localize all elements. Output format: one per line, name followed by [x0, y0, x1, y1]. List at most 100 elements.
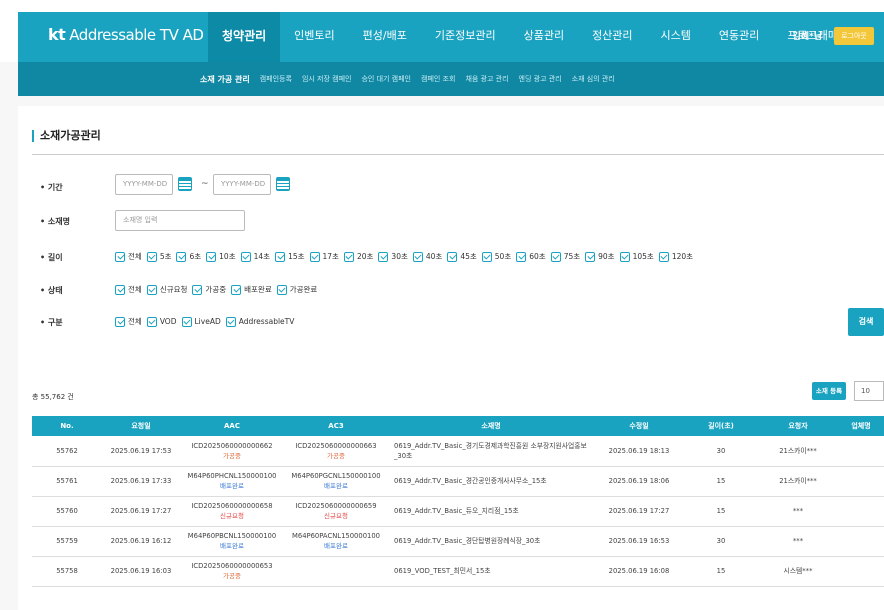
length-checkbox[interactable]: 105초 — [619, 251, 654, 262]
type-checkbox[interactable]: AddressableTV — [225, 316, 294, 327]
ac3-cell-code[interactable]: M64P60PACNL150000100 — [292, 532, 380, 540]
submenu-item[interactable]: 승인 대기 캠페인 — [361, 74, 411, 84]
submenu-item[interactable]: 소재 가공 관리 — [200, 74, 250, 85]
checkbox-checked-icon[interactable] — [192, 284, 203, 295]
menu-item[interactable]: 정산관리 — [578, 12, 646, 62]
register-button[interactable]: 소재 등록 — [812, 382, 846, 400]
column-header[interactable]: AC3 — [284, 416, 388, 436]
checkbox-checked-icon[interactable] — [115, 316, 125, 327]
aac-cell-code[interactable]: ICD2025060000000653 — [191, 562, 272, 570]
checkbox-checked-icon[interactable] — [181, 316, 192, 327]
submenu-item[interactable]: 채움 광고 관리 — [465, 74, 508, 84]
length-checkbox[interactable]: 60초 — [516, 251, 546, 262]
checkbox-checked-icon[interactable] — [309, 251, 320, 262]
length-checkbox[interactable]: 10초 — [206, 251, 236, 262]
status-checkbox[interactable]: 신규요청 — [146, 284, 187, 295]
checkbox-checked-icon[interactable] — [516, 251, 527, 262]
column-header[interactable]: 업체명 — [838, 416, 884, 436]
column-header[interactable]: 길이(초) — [684, 416, 758, 436]
length-checkbox[interactable]: 120초 — [658, 251, 693, 262]
checkbox-checked-icon[interactable] — [240, 251, 251, 262]
aac-cell-code[interactable]: M64P60PHCNL150000100 — [187, 472, 276, 480]
checkbox-checked-icon[interactable] — [146, 316, 157, 327]
aac-cell-code[interactable]: M64P60PBCNL150000100 — [188, 532, 276, 540]
checkbox-checked-icon[interactable] — [658, 251, 669, 262]
aac-cell-code[interactable]: ICD2025060000000662 — [191, 442, 272, 450]
table-row[interactable]: 55762 2025.06.19 17:53 ICD2025060000000662… — [32, 436, 884, 467]
submenu-item[interactable]: 캠페인등록 — [260, 74, 292, 84]
length-checkbox[interactable]: 45초 — [447, 251, 477, 262]
date-from-input[interactable]: YYYY-MM-DD — [115, 174, 173, 195]
checkbox-checked-icon[interactable] — [343, 251, 354, 262]
checkbox-checked-icon[interactable] — [206, 251, 217, 262]
column-header[interactable]: AAC — [180, 416, 284, 436]
checkbox-checked-icon[interactable] — [550, 251, 561, 262]
type-checkbox[interactable]: VOD — [146, 316, 177, 327]
calendar-to-icon[interactable] — [276, 177, 290, 191]
ac3-cell-code[interactable]: ICD2025060000000663 — [295, 442, 376, 450]
logout-button[interactable]: 로그아웃 — [834, 27, 874, 45]
page-size-select[interactable]: 10 — [854, 381, 884, 401]
column-header[interactable]: No. — [32, 416, 102, 436]
checkbox-checked-icon[interactable] — [231, 284, 242, 295]
checkbox-checked-icon[interactable] — [585, 251, 596, 262]
length-checkbox[interactable]: 20초 — [343, 251, 373, 262]
length-checkbox[interactable]: 75초 — [550, 251, 580, 262]
length-checkbox[interactable]: 30초 — [378, 251, 408, 262]
menu-item[interactable]: 기준정보관리 — [421, 12, 510, 62]
status-checkbox[interactable]: 전체 — [115, 284, 142, 295]
aac-cell-code[interactable]: ICD2025060000000658 — [191, 502, 272, 510]
calendar-from-icon[interactable] — [178, 177, 192, 191]
submenu-item[interactable]: 소재 심의 관리 — [572, 74, 615, 84]
table-row[interactable]: 55759 2025.06.19 16:12 M64P60PBCNL15000010… — [32, 526, 884, 557]
length-checkbox[interactable]: 전체 — [115, 251, 142, 262]
checkbox-checked-icon[interactable] — [412, 251, 423, 262]
table-row[interactable]: 55761 2025.06.19 17:33 M64P60PHCNL15000010… — [32, 466, 884, 497]
status-checkbox[interactable]: 가공중 — [192, 284, 226, 295]
checkbox-checked-icon[interactable] — [275, 251, 286, 262]
checkbox-checked-icon[interactable] — [115, 251, 125, 262]
checkbox-checked-icon[interactable] — [378, 251, 389, 262]
submenu-item[interactable]: 임시 저장 캠페인 — [302, 74, 352, 84]
checkbox-checked-icon[interactable] — [115, 284, 125, 295]
checkbox-checked-icon[interactable] — [225, 316, 236, 327]
ac3-cell-code[interactable]: ICD2025060000000659 — [295, 502, 376, 510]
status-checkbox[interactable]: 가공완료 — [276, 284, 317, 295]
type-checkbox[interactable]: LiveAD — [181, 316, 221, 327]
column-header[interactable]: 소재명 — [388, 416, 594, 436]
column-header[interactable]: 요청일 — [102, 416, 180, 436]
length-checkbox[interactable]: 40초 — [412, 251, 442, 262]
menu-item[interactable]: 인벤토리 — [280, 12, 348, 62]
logo[interactable]: kt Addressable TV AD — [48, 25, 204, 44]
column-header[interactable]: 요청자 — [758, 416, 838, 436]
checkbox-checked-icon[interactable] — [146, 284, 157, 295]
table-row[interactable]: 55758 2025.06.19 16:03 ICD2025060000000653… — [32, 556, 884, 587]
checkbox-checked-icon[interactable] — [447, 251, 458, 262]
menu-item[interactable]: 연동관리 — [705, 12, 773, 62]
submenu-item[interactable]: 엔딩 광고 관리 — [519, 74, 562, 84]
status-checkbox[interactable]: 배포완료 — [231, 284, 272, 295]
menu-item[interactable]: 상품관리 — [510, 12, 578, 62]
length-checkbox[interactable]: 50초 — [481, 251, 511, 262]
length-checkbox[interactable]: 15초 — [275, 251, 305, 262]
date-to-input[interactable]: YYYY-MM-DD — [213, 174, 271, 195]
length-checkbox[interactable]: 6초 — [176, 251, 201, 262]
name-input[interactable]: 소재명 입력 — [115, 210, 245, 231]
type-checkbox[interactable]: 전체 — [115, 316, 142, 327]
length-checkbox[interactable]: 90초 — [585, 251, 615, 262]
length-checkbox[interactable]: 5초 — [146, 251, 171, 262]
length-checkbox[interactable]: 17초 — [309, 251, 339, 262]
menu-item[interactable]: 청약관리 — [208, 12, 281, 62]
checkbox-checked-icon[interactable] — [146, 251, 157, 262]
length-checkbox[interactable]: 14초 — [240, 251, 270, 262]
search-button[interactable]: 검색 — [848, 308, 884, 336]
checkbox-checked-icon[interactable] — [619, 251, 630, 262]
checkbox-checked-icon[interactable] — [176, 251, 187, 262]
table-row[interactable]: 55760 2025.06.19 17:27 ICD2025060000000658… — [32, 496, 884, 527]
checkbox-checked-icon[interactable] — [481, 251, 492, 262]
submenu-item[interactable]: 캠페인 조회 — [421, 74, 455, 84]
checkbox-checked-icon[interactable] — [276, 284, 287, 295]
ac3-cell-code[interactable]: M64P60PGCNL150000100 — [291, 472, 380, 480]
menu-item[interactable]: 시스템 — [647, 12, 705, 62]
menu-item[interactable]: 편성/배포 — [349, 12, 421, 62]
